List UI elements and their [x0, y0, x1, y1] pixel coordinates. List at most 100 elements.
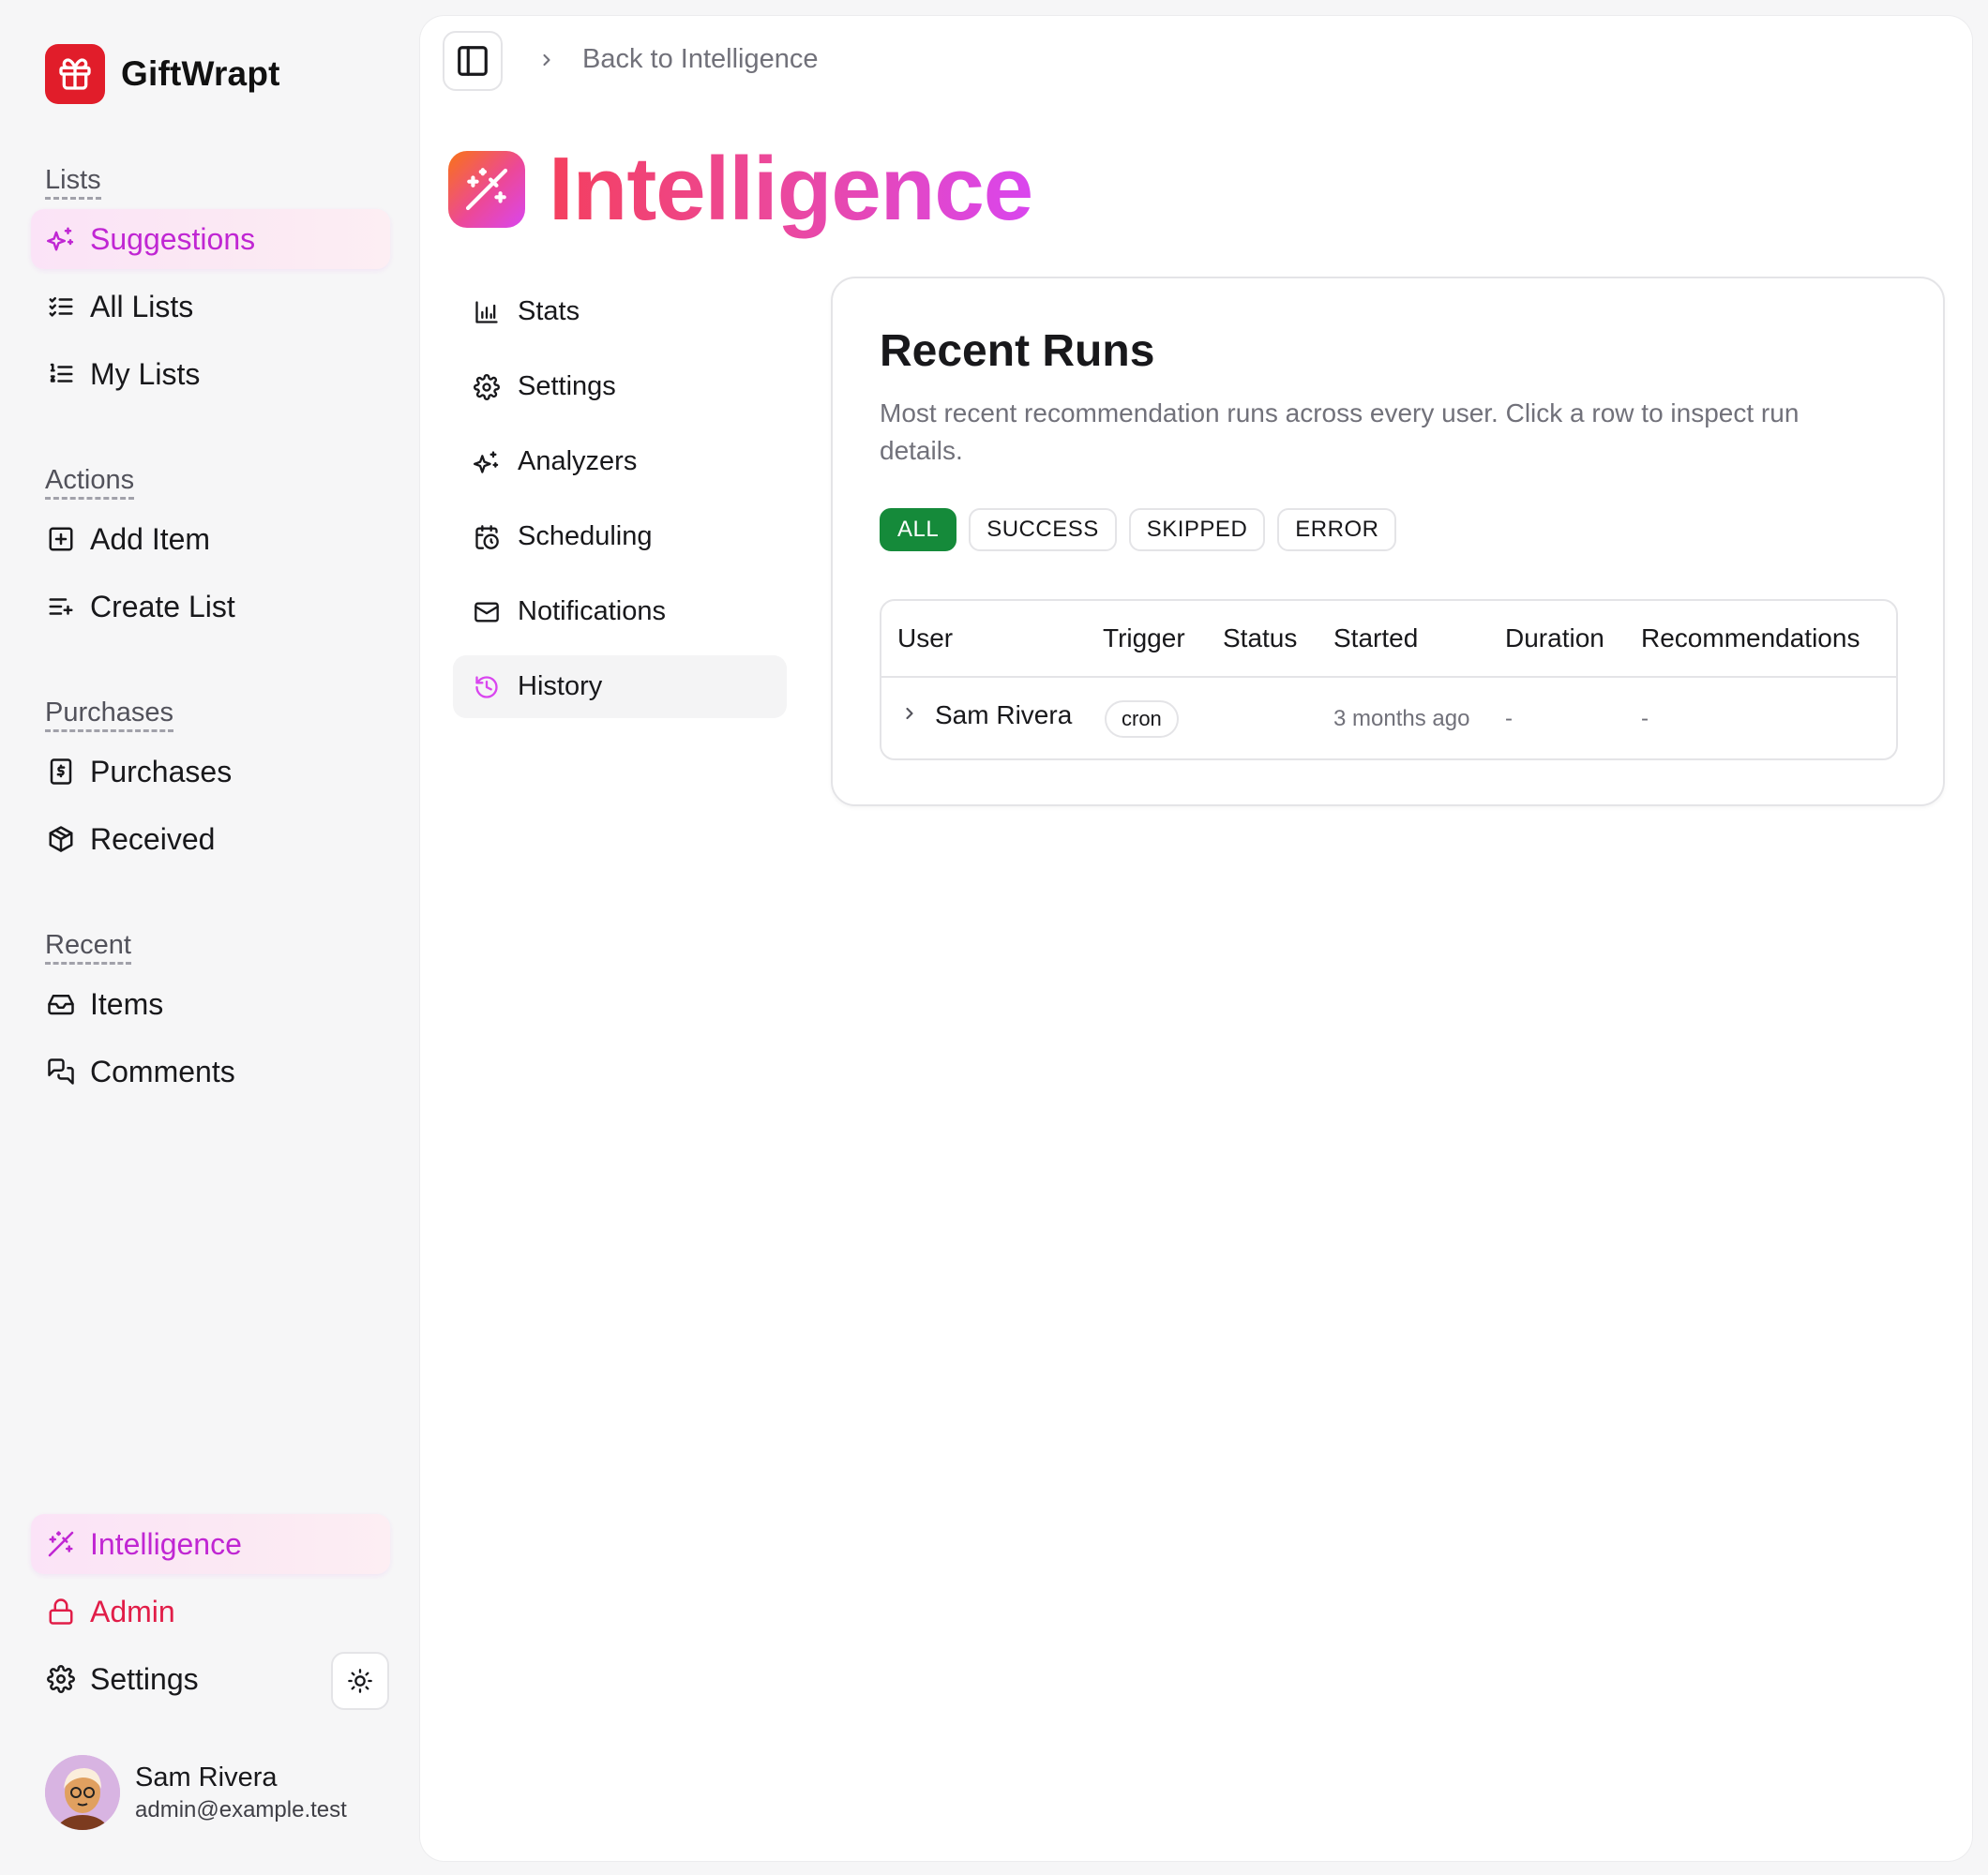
- card-title: Recent Runs: [880, 326, 1155, 376]
- sidebar-item-label: Intelligence: [90, 1526, 242, 1561]
- column-header-duration: Duration: [1505, 623, 1604, 652]
- sun-icon: [347, 1668, 373, 1694]
- gear-icon: [45, 1663, 77, 1695]
- user-name: Sam Rivera: [135, 1762, 278, 1792]
- expand-chevron-icon[interactable]: [900, 704, 919, 723]
- package-open-icon: [45, 823, 77, 855]
- sidebar-item-label: Add Item: [90, 521, 211, 556]
- group-label-purchases: Purchases: [45, 697, 174, 732]
- sidebar: GiftWrapt Lists Suggestions All Lists My…: [0, 0, 419, 1875]
- status-filters: ALL SUCCESS SKIPPED ERROR: [880, 508, 1408, 551]
- sidebar-item-label: Settings: [90, 1661, 199, 1696]
- subnav-item-label: Settings: [518, 371, 616, 401]
- back-to-intelligence-link[interactable]: Back to Intelligence: [582, 44, 818, 75]
- subnav-item-label: Stats: [518, 296, 580, 326]
- sidebar-item-purchases[interactable]: Purchases: [31, 742, 390, 802]
- subnav-item-analyzers[interactable]: Analyzers: [453, 430, 787, 493]
- wand-sparkles-icon: [448, 151, 525, 228]
- sidebar-item-all-lists[interactable]: All Lists: [31, 277, 390, 337]
- subnav-item-label: History: [518, 671, 603, 701]
- list-checks-icon: [45, 291, 77, 322]
- subnav-item-label: Analyzers: [518, 446, 638, 476]
- sidebar-item-label: Admin: [90, 1594, 175, 1628]
- sidebar-item-label: Comments: [90, 1054, 235, 1088]
- row-user: Sam Rivera: [935, 700, 1073, 729]
- column-header-user: User: [897, 623, 954, 652]
- sidebar-item-label: Suggestions: [90, 221, 256, 256]
- history-icon: [472, 672, 502, 702]
- table-header: User Trigger Status Started Duration Rec…: [881, 601, 1896, 678]
- list-ordered-icon: [45, 358, 77, 390]
- list-plus-icon: [45, 591, 77, 622]
- mail-icon: [472, 597, 502, 627]
- panel-left-icon: [455, 43, 490, 79]
- wand-sparkles-icon: [45, 1528, 77, 1560]
- subnav-item-history[interactable]: History: [453, 655, 787, 718]
- page-header: Intelligence: [448, 138, 1033, 241]
- lock-icon: [45, 1596, 77, 1628]
- recent-runs-card: Recent Runs Most recent recommendation r…: [831, 277, 1945, 806]
- sidebar-item-received[interactable]: Received: [31, 809, 390, 869]
- row-recommendations: -: [1641, 706, 1649, 731]
- bar-chart-icon: [472, 297, 502, 327]
- card-description: Most recent recommendation runs across e…: [880, 398, 1800, 465]
- column-header-status: Status: [1223, 623, 1298, 652]
- trigger-badge: cron: [1105, 700, 1179, 738]
- sidebar-item-comments[interactable]: Comments: [31, 1042, 390, 1102]
- filter-skipped[interactable]: SKIPPED: [1128, 508, 1266, 551]
- table-row[interactable]: Sam Rivera cron 3 months ago - -: [881, 678, 1896, 758]
- row-started: 3 months ago: [1333, 706, 1470, 731]
- sidebar-item-create-list[interactable]: Create List: [31, 577, 390, 637]
- subnav-item-settings[interactable]: Settings: [453, 355, 787, 418]
- chevron-right-icon: [537, 51, 556, 69]
- row-duration: -: [1505, 706, 1513, 731]
- group-label-recent: Recent: [45, 929, 131, 965]
- group-label-actions: Actions: [45, 464, 135, 500]
- sidebar-item-label: Items: [90, 986, 164, 1021]
- column-header-trigger: Trigger: [1103, 623, 1185, 652]
- column-header-started: Started: [1333, 623, 1419, 652]
- sparkles-icon: [472, 447, 502, 477]
- inbox-icon: [45, 988, 77, 1020]
- avatar: [45, 1755, 120, 1830]
- gift-icon: [45, 44, 105, 104]
- sidebar-item-items[interactable]: Items: [31, 974, 390, 1034]
- sidebar-item-label: Received: [90, 821, 216, 856]
- user-email: admin@example.test: [135, 1796, 347, 1822]
- subnav-item-label: Notifications: [518, 596, 666, 626]
- sidebar-item-add-item[interactable]: Add Item: [31, 509, 390, 569]
- sidebar-item-my-lists[interactable]: My Lists: [31, 344, 390, 404]
- filter-all[interactable]: ALL: [880, 508, 957, 551]
- sidebar-item-label: Create List: [90, 589, 235, 623]
- theme-toggle-button[interactable]: [331, 1652, 389, 1710]
- page-title: Intelligence: [549, 139, 1033, 239]
- user-profile[interactable]: Sam Rivera admin@example.test: [45, 1755, 347, 1830]
- messages-icon: [45, 1056, 77, 1088]
- filter-error[interactable]: ERROR: [1277, 508, 1397, 551]
- sidebar-item-label: All Lists: [90, 289, 194, 323]
- sidebar-item-settings[interactable]: Settings: [31, 1649, 312, 1709]
- group-label-lists: Lists: [45, 164, 101, 200]
- square-plus-icon: [45, 523, 77, 555]
- gear-icon: [472, 372, 502, 402]
- subnav-item-label: Scheduling: [518, 521, 653, 551]
- sidebar-item-label: Purchases: [90, 754, 233, 788]
- sidebar-item-suggestions[interactable]: Suggestions: [31, 209, 390, 269]
- calendar-clock-icon: [472, 522, 502, 552]
- brand-name: GiftWrapt: [121, 54, 280, 93]
- main-panel: Back to Intelligence Intelligence Stats: [420, 16, 1972, 1861]
- subnav-item-scheduling[interactable]: Scheduling: [453, 505, 787, 568]
- sidebar-toggle-button[interactable]: [443, 31, 503, 91]
- subnav-item-notifications[interactable]: Notifications: [453, 580, 787, 643]
- filter-success[interactable]: SUCCESS: [969, 508, 1117, 551]
- sidebar-item-intelligence[interactable]: Intelligence: [31, 1514, 390, 1574]
- receipt-icon: [45, 756, 77, 788]
- runs-table: User Trigger Status Started Duration Rec…: [880, 599, 1898, 760]
- sidebar-item-admin[interactable]: Admin: [31, 1582, 390, 1642]
- sparkles-icon: [45, 223, 77, 255]
- subnav-item-stats[interactable]: Stats: [453, 280, 787, 343]
- brand[interactable]: GiftWrapt: [45, 44, 280, 104]
- column-header-recommendations: Recommendations: [1641, 623, 1860, 652]
- sidebar-item-label: My Lists: [90, 356, 201, 391]
- breadcrumb[interactable]: Back to Intelligence: [537, 44, 818, 75]
